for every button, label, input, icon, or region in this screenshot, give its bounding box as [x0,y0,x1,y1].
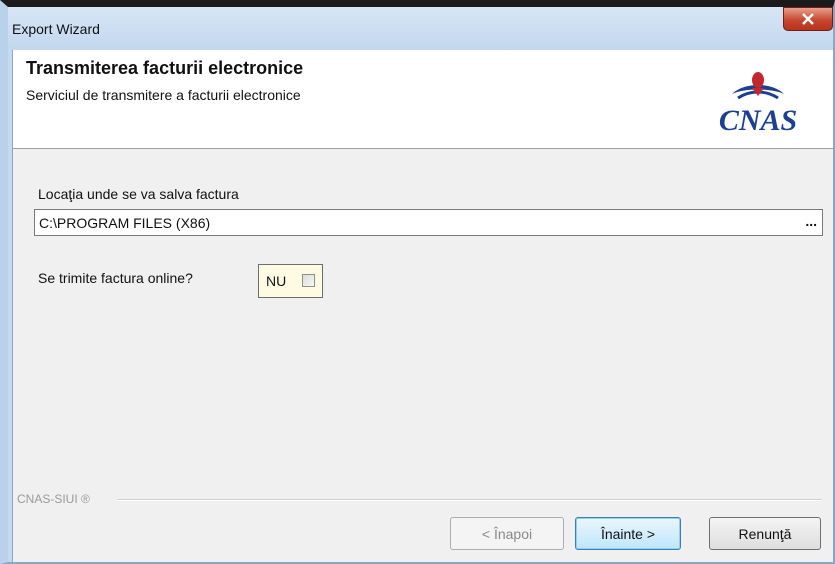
window-title: Export Wizard [12,21,100,37]
wizard-client-area: Transmiterea facturii electronice Servic… [12,50,833,562]
location-label: Locaţia unde se va salva factura [38,186,239,202]
back-button[interactable]: < Înapoi [450,517,564,550]
wizard-window: Export Wizard Transmiterea facturii elec… [0,0,835,564]
footer-divider [117,499,822,501]
cancel-button[interactable]: Renunţă [709,517,821,550]
close-button[interactable] [783,7,833,31]
title-bar[interactable]: Export Wizard [8,7,833,50]
next-button[interactable]: Înainte > [575,517,681,550]
send-online-checkbox[interactable] [302,274,315,287]
browse-button[interactable]: ... [805,213,817,229]
wizard-header: Transmiterea facturii electronice Servic… [13,50,833,149]
close-icon [802,13,814,25]
send-online-label: Se trimite factura online? [38,270,193,286]
location-value: C:\PROGRAM FILES (X86) [39,215,211,231]
send-online-value: NU [266,273,287,289]
page-subtitle: Serviciul de transmitere a facturii elec… [26,87,301,103]
footer-brand: CNAS-SIUI ® [17,492,90,506]
cnas-logo: CNAS [719,72,797,137]
location-input[interactable]: C:\PROGRAM FILES (X86) ... [34,209,823,236]
page-title: Transmiterea facturii electronice [26,58,304,78]
logo-text: CNAS [719,104,797,137]
send-online-toggle[interactable]: NU [258,264,323,298]
